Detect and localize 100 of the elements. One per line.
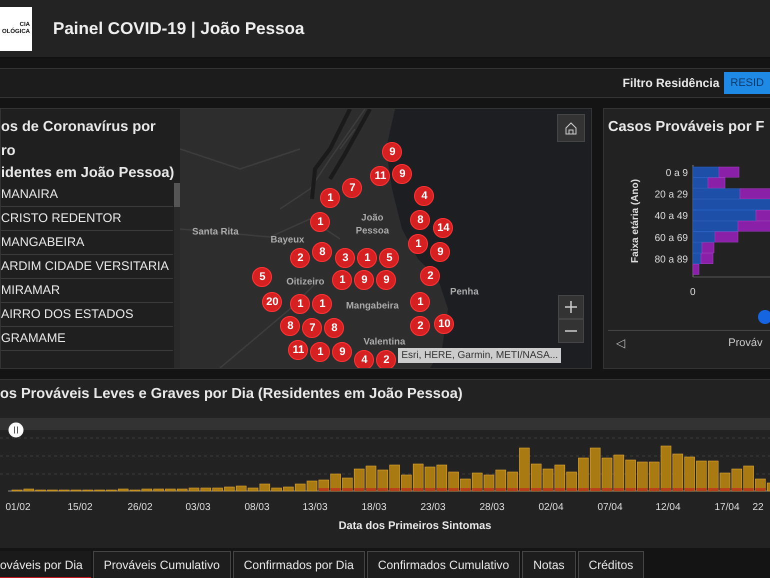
daily-bar bbox=[614, 454, 624, 492]
place-label: Pessoa bbox=[356, 226, 390, 236]
neighborhood-item[interactable]: MANGABEIRA bbox=[1, 231, 173, 255]
tab[interactable]: Créditos bbox=[578, 551, 644, 578]
daily-bar bbox=[436, 464, 448, 492]
x-tick-label: 23/03 bbox=[420, 502, 446, 513]
daily-bar bbox=[496, 470, 506, 492]
case-count-marker[interactable]: 1 bbox=[357, 248, 378, 268]
legend-label: Prováv bbox=[728, 337, 762, 349]
daily-bar bbox=[696, 460, 707, 492]
neighborhood-item[interactable]: CRISTO REDENTOR bbox=[1, 207, 173, 231]
age-label: 60 a 69 bbox=[654, 232, 688, 244]
x-tick-label: 17/04 bbox=[714, 502, 740, 513]
case-count-marker[interactable]: 9 bbox=[332, 342, 352, 362]
daily-bar bbox=[625, 460, 636, 492]
residence-filter-button[interactable]: RESID bbox=[724, 72, 770, 94]
daily-bar bbox=[484, 474, 494, 492]
case-count-marker[interactable]: 7 bbox=[302, 318, 322, 338]
place-label: Bayeux bbox=[270, 234, 304, 246]
x-tick-label: 15/02 bbox=[67, 502, 93, 513]
x-tick-label: 12/04 bbox=[655, 502, 681, 513]
neighborhood-item[interactable]: ARDIM CIDADE VERSITARIA bbox=[1, 255, 173, 279]
case-count-marker[interactable]: 3 bbox=[335, 248, 356, 268]
case-count-marker[interactable]: 1 bbox=[410, 292, 430, 312]
case-count-marker[interactable]: 2 bbox=[420, 266, 440, 286]
daily-bar bbox=[366, 466, 376, 492]
tab[interactable]: Confirmados por Dia bbox=[232, 551, 365, 578]
age-label: 20 a 29 bbox=[654, 190, 688, 201]
chart-title: Casos Prováveis por F bbox=[608, 119, 766, 135]
x-tick-label: 0 bbox=[690, 287, 696, 298]
daily-bar bbox=[378, 470, 388, 492]
case-count-marker[interactable]: 1 bbox=[312, 294, 332, 314]
range-slider-handle[interactable] bbox=[8, 422, 24, 438]
place-label: João bbox=[361, 212, 384, 224]
case-count-marker[interactable]: 1 bbox=[310, 212, 330, 232]
case-count-marker[interactable]: 20 bbox=[262, 292, 282, 312]
neighborhood-item[interactable]: MANAIRA bbox=[1, 183, 173, 207]
case-count-marker[interactable]: 2 bbox=[376, 350, 396, 368]
daily-bar bbox=[732, 468, 742, 492]
neighborhood-item[interactable]: AIRRO DOS ESTADOS bbox=[1, 303, 173, 327]
x-tick-label: 01/02 bbox=[5, 502, 31, 513]
home-button[interactable] bbox=[557, 114, 586, 142]
age-label: 80 a 89 bbox=[654, 254, 688, 266]
case-count-marker[interactable]: 1 bbox=[320, 188, 340, 208]
x-tick-label: 26/02 bbox=[127, 502, 153, 513]
place-label: Penha bbox=[450, 286, 479, 298]
x-tick-label: 22 bbox=[752, 502, 764, 513]
case-count-marker[interactable]: 9 bbox=[382, 142, 402, 162]
x-tick-label: 18/03 bbox=[361, 502, 387, 513]
daily-bar bbox=[672, 454, 684, 492]
x-tick-label: 07/04 bbox=[597, 502, 623, 513]
case-count-marker[interactable]: 8 bbox=[324, 318, 344, 338]
daily-bar bbox=[306, 480, 318, 492]
case-count-marker[interactable]: 8 bbox=[312, 242, 332, 262]
neighborhood-item[interactable]: GRAMAME bbox=[1, 327, 173, 351]
plus-icon bbox=[565, 301, 578, 313]
age-bar bbox=[692, 166, 740, 178]
case-count-marker[interactable]: 11 bbox=[288, 340, 308, 360]
tab[interactable]: Prováveis Cumulativo bbox=[92, 551, 231, 578]
case-count-marker[interactable]: 1 bbox=[290, 294, 310, 314]
tab[interactable]: Confirmados Cumulativo bbox=[366, 551, 520, 578]
tab[interactable]: ováveis por Dia bbox=[0, 551, 91, 578]
case-count-marker[interactable]: 9 bbox=[376, 270, 396, 290]
case-count-marker[interactable]: 5 bbox=[379, 248, 400, 268]
daily-bar bbox=[602, 458, 612, 492]
case-count-marker[interactable]: 5 bbox=[252, 267, 272, 287]
y-axis-title: Faixa etária (Ano) bbox=[630, 179, 641, 263]
age-label: 40 a 49 bbox=[654, 211, 688, 222]
home-icon bbox=[564, 121, 578, 135]
x-axis-title: Data dos Primeiros Sintomas bbox=[338, 520, 492, 532]
case-count-marker[interactable]: 8 bbox=[280, 316, 300, 336]
case-count-marker[interactable]: 1 bbox=[332, 270, 352, 290]
case-count-marker[interactable]: 2 bbox=[290, 248, 310, 268]
case-count-marker[interactable]: 7 bbox=[342, 178, 362, 198]
case-count-marker[interactable]: 4 bbox=[354, 350, 374, 368]
case-count-marker[interactable]: 9 bbox=[354, 270, 374, 290]
x-tick-label: 13/03 bbox=[302, 502, 328, 513]
x-tick-label: 02/04 bbox=[538, 502, 564, 513]
x-tick-label: 03/03 bbox=[185, 502, 211, 513]
scrollbar-thumb[interactable] bbox=[174, 183, 180, 207]
neighborhood-item[interactable]: MIRAMAR bbox=[1, 279, 173, 303]
place-label: Santa Rita bbox=[192, 226, 239, 238]
previous-button[interactable]: ◁ bbox=[608, 336, 634, 350]
daily-bar bbox=[684, 456, 695, 492]
map-attribution: Esri, HERE, Garmin, METI/NASA... bbox=[398, 348, 562, 363]
daily-bar bbox=[637, 462, 648, 492]
case-count-marker[interactable]: 11 bbox=[370, 166, 390, 186]
place-label: Mangabeira bbox=[346, 300, 399, 312]
daily-bar bbox=[590, 448, 600, 492]
daily-bar bbox=[554, 464, 566, 492]
tab[interactable]: Notas bbox=[522, 551, 576, 578]
daily-bar bbox=[424, 466, 436, 492]
chart-title: os Prováveis Leves e Graves por Dia (Residentes em João Pessoa) bbox=[0, 386, 464, 402]
case-count-marker[interactable]: 2 bbox=[410, 316, 430, 336]
daily-bar bbox=[542, 468, 554, 492]
case-count-marker[interactable]: 1 bbox=[310, 342, 330, 362]
zoom-in-button[interactable] bbox=[558, 295, 584, 319]
zoom-out-button[interactable] bbox=[558, 319, 584, 343]
case-count-marker[interactable]: 10 bbox=[434, 314, 454, 334]
age-label: 0 a 9 bbox=[666, 168, 688, 179]
